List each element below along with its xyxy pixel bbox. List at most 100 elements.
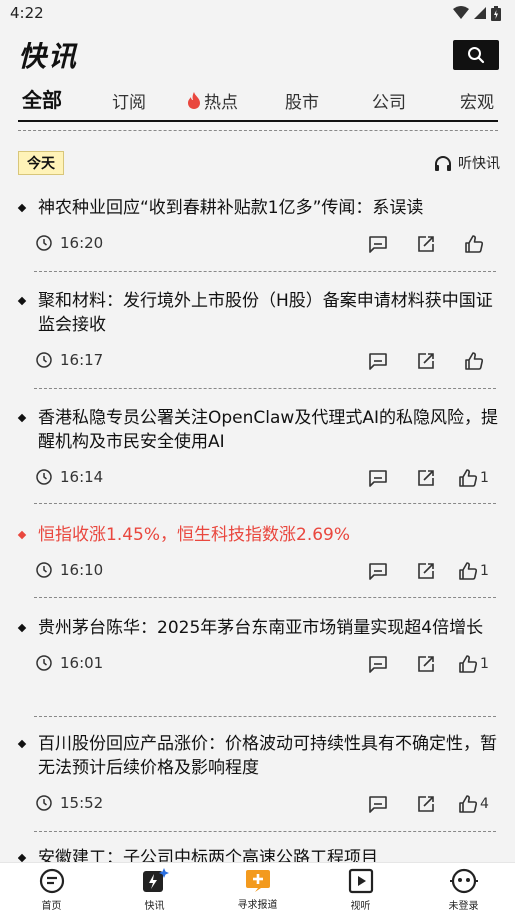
news-title: 百川股份回应产品涨价：价格波动可持续性具有不确定性，暂无法预计后续价格及影响程度 <box>17 732 498 780</box>
comment-icon <box>369 236 387 253</box>
news-item[interactable]: 恒指收涨1.45%，恒生科技指数涨2.69% 16:10 1 <box>17 523 498 585</box>
status-icons <box>453 5 501 21</box>
share-button[interactable] <box>402 790 450 818</box>
comment-icon <box>369 470 387 487</box>
battery-icon <box>491 5 501 21</box>
tab-hot[interactable]: 热点 <box>187 88 238 113</box>
share-button[interactable] <box>402 230 450 258</box>
fire-icon <box>188 92 200 109</box>
flash-icon <box>142 867 169 892</box>
comment-button[interactable] <box>354 557 402 585</box>
today-badge: 今天 <box>18 151 64 175</box>
comment-icon <box>369 353 387 370</box>
nav-user[interactable]: 未登录 <box>412 863 515 916</box>
divider <box>34 503 496 504</box>
nav-home[interactable]: 首页 <box>0 863 103 916</box>
divider <box>34 716 496 717</box>
news-time: 16:17 <box>36 351 103 369</box>
bullet-icon <box>17 530 27 540</box>
news-actions <box>354 347 498 375</box>
nav-report[interactable]: 寻求报道 <box>206 863 309 916</box>
share-icon <box>418 796 434 812</box>
like-button[interactable]: 1 <box>450 468 498 488</box>
bullet-icon <box>17 203 27 213</box>
listen-button[interactable]: 听快讯 <box>434 153 500 173</box>
thumbs-up-icon <box>465 352 484 370</box>
comment-button[interactable] <box>354 347 402 375</box>
bullet-icon <box>17 413 27 423</box>
share-button[interactable] <box>402 464 450 492</box>
news-meta: 16:20 <box>18 230 498 258</box>
news-item[interactable]: 神农种业回应“收到春耕补贴款1亿多”传闻：系误读 16:20 <box>17 196 498 258</box>
like-button[interactable]: 1 <box>450 561 498 581</box>
thumbs-up-icon <box>459 469 478 487</box>
tab-stock[interactable]: 股市 <box>285 88 319 113</box>
share-button[interactable] <box>402 557 450 585</box>
user-icon <box>449 868 478 893</box>
like-button[interactable]: 1 <box>450 654 498 674</box>
news-time: 16:14 <box>36 468 103 486</box>
clock-icon <box>36 235 52 251</box>
news-meta: 16:01 1 <box>18 650 498 678</box>
clock-icon <box>36 655 52 671</box>
video-icon <box>348 868 373 893</box>
divider <box>34 388 496 389</box>
like-button[interactable] <box>450 347 498 375</box>
like-count: 1 <box>480 563 489 579</box>
divider <box>18 130 498 131</box>
comment-icon <box>369 656 387 673</box>
like-count: 1 <box>480 470 489 486</box>
share-button[interactable] <box>402 650 450 678</box>
news-actions: 1 <box>354 650 498 678</box>
nav-video[interactable]: 视听 <box>309 863 412 916</box>
news-item[interactable]: 聚和材料：发行境外上市股份（H股）备案申请材料获中国证监会接收 16:17 <box>17 289 498 375</box>
thumbs-up-icon <box>459 655 478 673</box>
report-icon <box>245 869 270 892</box>
comment-button[interactable] <box>354 790 402 818</box>
search-button[interactable] <box>453 40 499 70</box>
news-meta: 15:52 4 <box>18 790 498 818</box>
divider <box>34 597 496 598</box>
like-count: 4 <box>480 796 489 812</box>
news-item[interactable]: 百川股份回应产品涨价：价格波动可持续性具有不确定性，暂无法预计后续价格及影响程度… <box>17 732 498 818</box>
header: 快讯 <box>0 30 515 80</box>
share-icon <box>418 656 434 672</box>
news-actions <box>354 230 498 258</box>
news-item[interactable]: 贵州茅台陈华：2025年茅台东南亚市场销量实现超4倍增长 16:01 1 <box>17 616 498 678</box>
tab-subscribe[interactable]: 订阅 <box>112 88 146 113</box>
like-button[interactable] <box>450 230 498 258</box>
share-button[interactable] <box>402 347 450 375</box>
like-button[interactable]: 4 <box>450 794 498 814</box>
tab-underline <box>18 120 498 122</box>
news-item[interactable]: 安徽建工：子公司中标两个高速公路工程项目 <box>18 848 498 862</box>
status-bar: 4:22 <box>0 0 515 26</box>
bottom-nav: 首页 快讯 寻求报道 视听 未登录 <box>0 862 515 916</box>
news-item[interactable]: 香港私隐专员公署关注OpenClaw及代理式AI的私隐风险，提醒机构及市民安全使… <box>17 406 498 492</box>
comment-button[interactable] <box>354 230 402 258</box>
page-title: 快讯 <box>18 40 79 73</box>
comment-icon <box>369 563 387 580</box>
news-title: 香港私隐专员公署关注OpenClaw及代理式AI的私隐风险，提醒机构及市民安全使… <box>17 406 498 454</box>
nav-flash[interactable]: 快讯 <box>103 863 206 916</box>
comment-button[interactable] <box>354 464 402 492</box>
signal-icon <box>474 7 486 19</box>
tab-macro[interactable]: 宏观 <box>460 88 494 113</box>
divider <box>34 271 496 272</box>
news-actions: 4 <box>354 790 498 818</box>
divider <box>34 831 496 832</box>
clock-icon <box>36 795 52 811</box>
clock-icon <box>36 562 52 578</box>
news-meta: 16:14 1 <box>18 464 498 492</box>
news-meta: 16:10 1 <box>18 557 498 585</box>
news-meta: 16:17 <box>18 347 498 375</box>
clock-icon <box>36 469 52 485</box>
clock-icon <box>36 352 52 368</box>
tab-company[interactable]: 公司 <box>372 88 406 113</box>
news-title: 聚和材料：发行境外上市股份（H股）备案申请材料获中国证监会接收 <box>17 289 498 337</box>
bullet-icon <box>17 739 27 749</box>
news-title: 恒指收涨1.45%，恒生科技指数涨2.69% <box>17 523 498 547</box>
news-actions: 1 <box>354 557 498 585</box>
comment-button[interactable] <box>354 650 402 678</box>
tab-all[interactable]: 全部 <box>22 84 62 113</box>
news-actions: 1 <box>354 464 498 492</box>
